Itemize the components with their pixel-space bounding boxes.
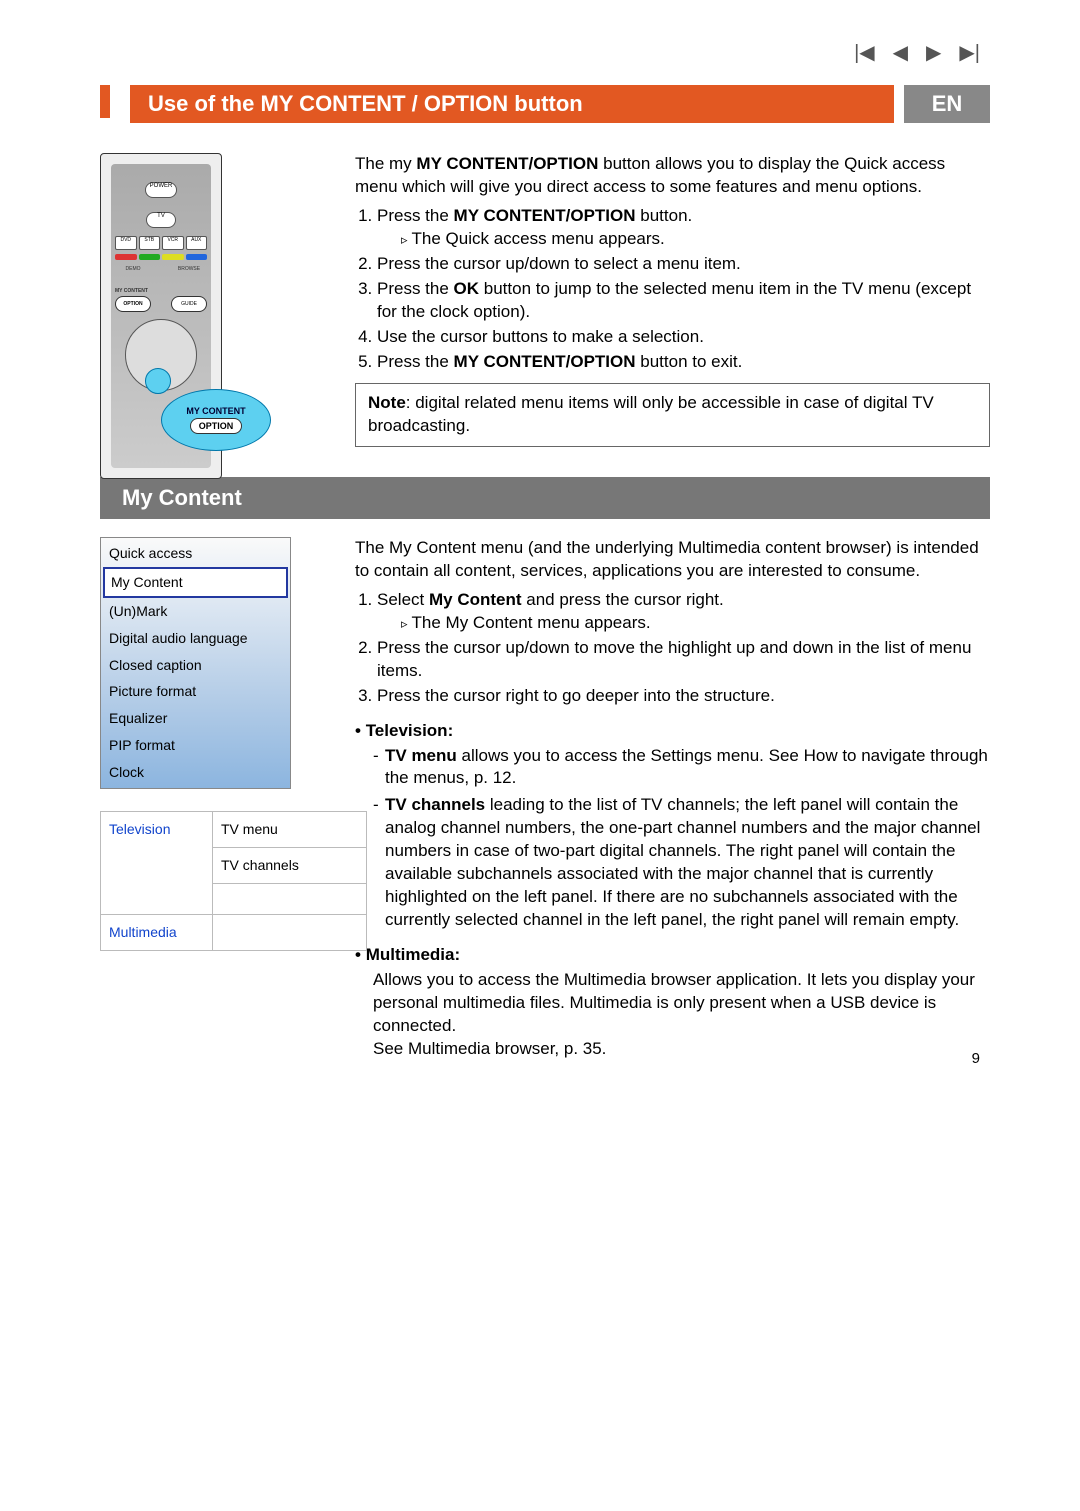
qa-item-picture-format: Picture format [103, 678, 288, 705]
page-title: Use of the MY CONTENT / OPTION button [130, 85, 894, 123]
qa-item-equalizer: Equalizer [103, 705, 288, 732]
mycontent-intro: The My Content menu (and the underlying … [355, 537, 990, 583]
table-tvchannels: TV channels [213, 848, 366, 884]
table-multimedia-label: Multimedia [101, 915, 213, 950]
page-number: 9 [972, 1050, 980, 1067]
section-heading-mycontent: My Content [100, 477, 990, 519]
step-3: Press the OK button to jump to the selec… [377, 278, 990, 324]
tvmenu-item: TV menu allows you to access the Setting… [373, 745, 990, 791]
qa-item-mycontent: My Content [103, 567, 288, 598]
qa-item-unmark: (Un)Mark [103, 598, 288, 625]
remote-power-button: POWER [145, 182, 177, 198]
remote-source-row: DVD STB VCR AUX [115, 236, 207, 250]
qa-item-pip-format: PIP format [103, 732, 288, 759]
step-2: Press the cursor up/down to select a men… [377, 253, 990, 276]
mc-step-3: Press the cursor right to go deeper into… [377, 685, 990, 708]
intro-paragraph: The my MY CONTENT/OPTION button allows y… [355, 153, 990, 199]
nav-icons: |◀ ◀ ▶ ▶| [854, 40, 980, 65]
qa-item-digital-audio: Digital audio language [103, 625, 288, 652]
mc-step-1: Select My Content and press the cursor r… [377, 589, 990, 635]
television-heading: • Television: [355, 720, 990, 743]
remote-demo-label: DEMO [115, 266, 151, 272]
quick-access-menu: Quick access My Content (Un)Mark Digital… [100, 537, 291, 789]
remote-guide-button: GUIDE [171, 296, 207, 312]
next-icon[interactable]: ▶ [926, 40, 941, 65]
first-icon[interactable]: |◀ [854, 40, 875, 65]
remote-illustration: POWER TV DVD STB VCR AUX DEMO BROWSE MY … [100, 153, 222, 479]
television-sublist: TV menu allows you to access the Setting… [373, 745, 990, 933]
remote-mycontent-label: MY CONTENT [115, 288, 148, 294]
callout-mycontent-label: MY CONTENT [186, 406, 245, 416]
remote-browse-label: BROWSE [171, 266, 207, 272]
step-5: Press the MY CONTENT/OPTION button to ex… [377, 351, 990, 374]
language-badge: EN [904, 85, 990, 123]
prev-icon[interactable]: ◀ [893, 40, 908, 65]
steps-list: Press the MY CONTENT/OPTION button. ▹The… [377, 205, 990, 374]
remote-tv-button: TV [146, 212, 176, 228]
table-tvmenu: TV menu [213, 812, 366, 848]
remote-color-row [115, 254, 207, 260]
table-empty [213, 884, 366, 914]
tvchannels-item: TV channels leading to the list of TV ch… [373, 794, 990, 932]
qa-item-closed-caption: Closed caption [103, 652, 288, 679]
mycontent-steps: Select My Content and press the cursor r… [377, 589, 990, 708]
qa-item-clock: Clock [103, 759, 288, 786]
multimedia-heading: • Multimedia: [355, 944, 990, 967]
remote-callout: MY CONTENT OPTION [141, 354, 271, 464]
table-television-label: Television [101, 812, 213, 914]
callout-option-button: OPTION [190, 418, 243, 434]
step-4: Use the cursor buttons to make a selecti… [377, 326, 990, 349]
last-icon[interactable]: ▶| [959, 40, 980, 65]
quick-access-title: Quick access [103, 540, 288, 567]
step-1: Press the MY CONTENT/OPTION button. ▹The… [377, 205, 990, 251]
multimedia-text: Allows you to access the Multimedia brow… [373, 969, 990, 1061]
mc-step-2: Press the cursor up/down to move the hig… [377, 637, 990, 683]
table-empty2 [213, 915, 366, 945]
note-box: Note: digital related menu items will on… [355, 383, 990, 447]
accent-bar [100, 85, 110, 118]
remote-option-button: OPTION [115, 296, 151, 312]
content-structure-table: Television TV menu TV channels Multimedi… [100, 811, 367, 951]
